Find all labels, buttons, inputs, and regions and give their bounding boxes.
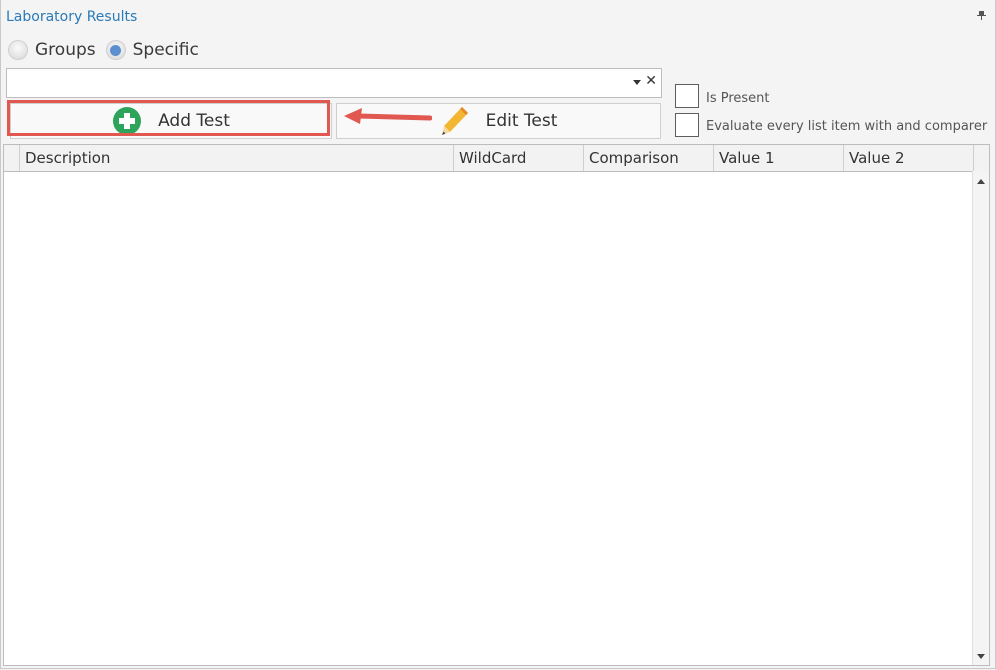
- annotation-arrow-icon: [344, 108, 432, 124]
- scroll-up-arrow-icon[interactable]: [977, 179, 985, 184]
- evaluate-every-checkbox[interactable]: [675, 113, 699, 137]
- column-header-value-1[interactable]: Value 1: [714, 145, 844, 171]
- evaluate-every-label: Evaluate every list item with and compar…: [706, 119, 988, 134]
- column-header-description[interactable]: Description: [20, 145, 454, 171]
- radio-selected-dot: [110, 44, 122, 56]
- is-present-label: Is Present: [706, 91, 770, 106]
- groups-radio[interactable]: Groups: [8, 40, 96, 60]
- test-selector-combobox[interactable]: ✕: [6, 68, 662, 98]
- tests-grid[interactable]: Description WildCard Comparison Value 1 …: [3, 144, 990, 666]
- groups-radio-circle[interactable]: [8, 40, 28, 60]
- panel-title: Laboratory Results: [6, 9, 138, 25]
- pin-icon[interactable]: [976, 10, 986, 20]
- column-header-wildcard[interactable]: WildCard: [454, 145, 584, 171]
- is-present-checkbox[interactable]: [675, 84, 699, 108]
- scroll-down-arrow-icon[interactable]: [977, 654, 985, 659]
- add-test-highlight-box: [7, 100, 330, 136]
- specific-radio-label: Specific: [132, 40, 199, 60]
- specific-radio-circle[interactable]: [105, 40, 126, 60]
- column-header-value-2[interactable]: Value 2: [844, 145, 974, 171]
- edit-test-label: Edit Test: [485, 111, 558, 131]
- vertical-scrollbar[interactable]: [972, 171, 989, 665]
- mode-radio-group: Groups Specific: [8, 40, 209, 60]
- specific-radio[interactable]: Specific: [105, 40, 199, 60]
- clear-icon[interactable]: ✕: [645, 73, 657, 89]
- pencil-icon: [440, 105, 470, 137]
- dropdown-arrow-icon[interactable]: [633, 80, 641, 85]
- grid-header: Description WildCard Comparison Value 1 …: [4, 145, 989, 172]
- groups-radio-label: Groups: [35, 40, 96, 60]
- row-indicator-header: [4, 145, 20, 171]
- column-header-comparison[interactable]: Comparison: [584, 145, 714, 171]
